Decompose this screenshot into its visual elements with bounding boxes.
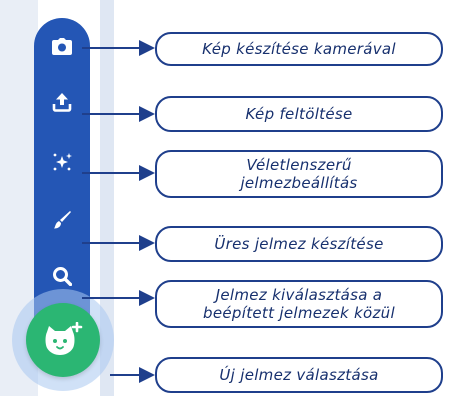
callout-fab-text: Új jelmez választása <box>219 366 379 384</box>
callout-upload: Kép feltöltése <box>155 96 443 132</box>
callout-camera: Kép készítése kamerával <box>155 32 443 66</box>
callout-search-text: Jelmez kiválasztása a beépített jelmezek… <box>203 286 395 322</box>
callout-search: Jelmez kiválasztása a beépített jelmezek… <box>155 280 443 328</box>
callout-surprise-text: Véletlenszerű jelmezbeállítás <box>240 156 358 192</box>
callout-camera-text: Kép készítése kamerával <box>202 40 396 58</box>
callout-upload-text: Kép feltöltése <box>245 105 353 123</box>
callout-paint-text: Üres jelmez készítése <box>214 235 384 253</box>
callout-fab: Új jelmez választása <box>155 357 443 393</box>
callout-paint: Üres jelmez készítése <box>155 226 443 262</box>
callout-surprise: Véletlenszerű jelmezbeállítás <box>155 150 443 198</box>
